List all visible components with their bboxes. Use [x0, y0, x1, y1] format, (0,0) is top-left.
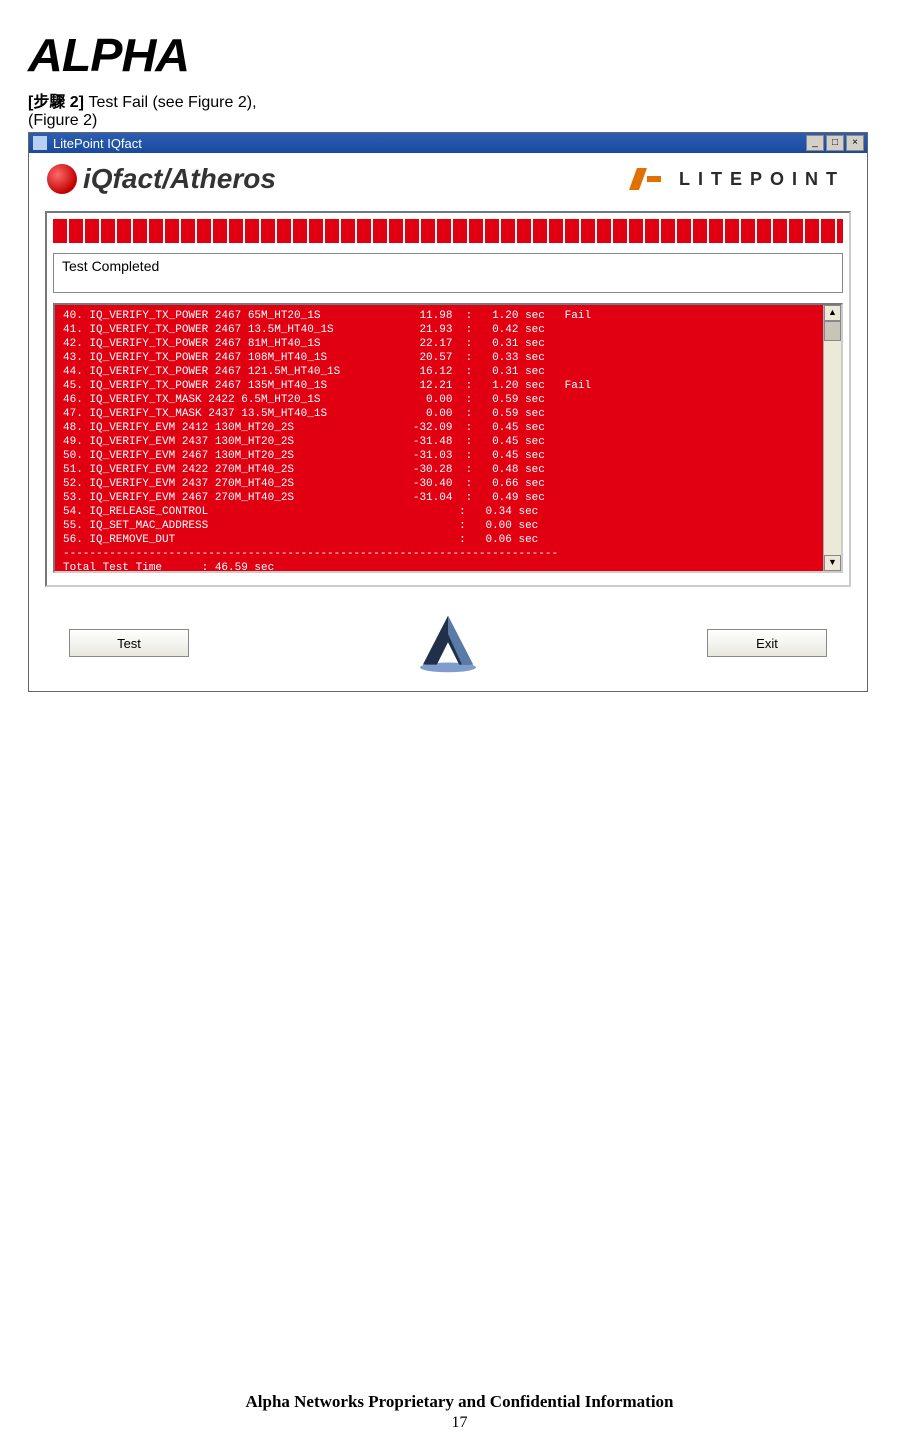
status-text: Test Completed: [62, 258, 159, 274]
alpha-logo: ALPHA: [28, 28, 919, 82]
scroll-thumb[interactable]: [824, 321, 841, 341]
status-box: Test Completed: [53, 253, 843, 293]
scroll-down-button[interactable]: ▼: [824, 555, 841, 571]
window-icon: [33, 136, 47, 150]
progress-bar: [53, 219, 843, 243]
litepoint-text: LITEPOINT: [679, 169, 845, 190]
litepoint-logo: LITEPOINT: [633, 168, 845, 190]
figure-caption: (Figure 2): [28, 112, 891, 130]
scroll-track[interactable]: [824, 321, 841, 555]
window-title: LitePoint IQfact: [53, 136, 142, 151]
iqfact-logo: iQfact/Atheros: [47, 163, 276, 195]
litepoint-mark-icon: [633, 168, 667, 190]
footer-text: Alpha Networks Proprietary and Confident…: [0, 1392, 919, 1412]
step-label: [步驟 2]: [28, 94, 84, 111]
app-window: LitePoint IQfact _ □ × iQfact/Atheros LI…: [28, 132, 868, 692]
page-footer: Alpha Networks Proprietary and Confident…: [0, 1392, 919, 1432]
iqfact-dot-icon: [47, 164, 77, 194]
scroll-up-button[interactable]: ▲: [824, 305, 841, 321]
center-a-logo-icon: [413, 613, 483, 673]
button-row: Test Exit: [29, 597, 867, 691]
page-number: 17: [0, 1414, 919, 1432]
step-line: [步驟 2] Test Fail (see Figure 2),: [28, 88, 891, 112]
scrollbar[interactable]: ▲ ▼: [823, 305, 841, 571]
brand-bar: iQfact/Atheros LITEPOINT: [29, 153, 867, 205]
step-text: Test Fail (see Figure 2),: [84, 94, 257, 111]
log-panel: 40. IQ_VERIFY_TX_POWER 2467 65M_HT20_1S …: [53, 303, 843, 573]
titlebar[interactable]: LitePoint IQfact _ □ ×: [29, 133, 867, 153]
close-button[interactable]: ×: [846, 135, 864, 151]
log-content: 40. IQ_VERIFY_TX_POWER 2467 65M_HT20_1S …: [55, 305, 823, 571]
minimize-button[interactable]: _: [806, 135, 824, 151]
maximize-button[interactable]: □: [826, 135, 844, 151]
iqfact-text: iQfact/Atheros: [83, 163, 276, 195]
exit-button[interactable]: Exit: [707, 629, 827, 657]
test-button[interactable]: Test: [69, 629, 189, 657]
